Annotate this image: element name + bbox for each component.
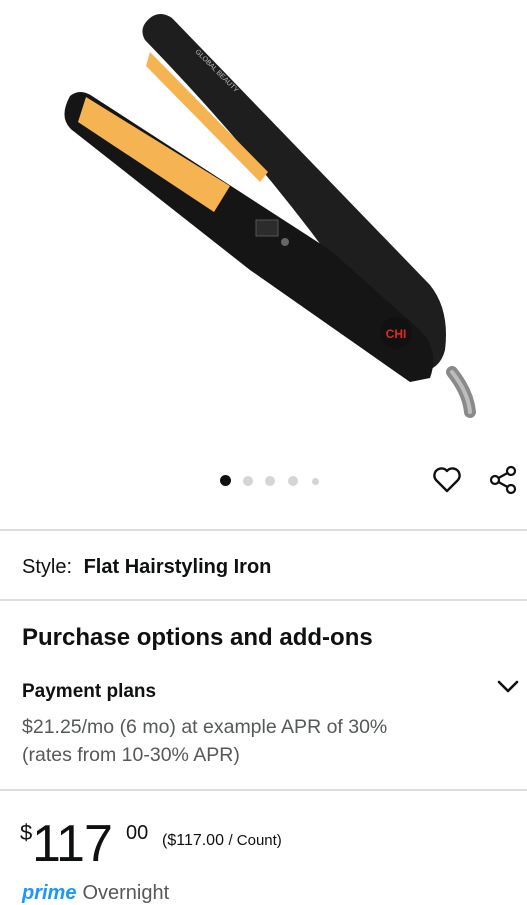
unit-price-value: ($117.00 xyxy=(162,832,224,849)
purchase-options-title: Purchase options and add-ons xyxy=(22,624,373,651)
divider xyxy=(0,529,527,531)
divider xyxy=(0,599,527,601)
unit-price-suffix: / Count) xyxy=(228,832,282,849)
carousel-dot-1[interactable] xyxy=(220,475,231,486)
delivery-speed: Overnight xyxy=(82,882,170,904)
payment-plans-expand-button[interactable] xyxy=(494,674,522,698)
share-icon xyxy=(489,465,517,495)
heart-icon xyxy=(433,467,461,493)
style-value: Flat Hairstyling Iron xyxy=(83,556,272,578)
prime-logo: prime xyxy=(22,882,77,904)
flat-iron-image: CHI GLOBAL BEAUTY xyxy=(64,14,476,418)
unit-price: ($117.00 / Count) xyxy=(162,832,282,850)
brand-logo-text: CHI xyxy=(386,327,407,341)
carousel-dot-2[interactable] xyxy=(243,476,253,486)
carousel-dot-5[interactable] xyxy=(312,478,319,485)
share-button[interactable] xyxy=(483,460,523,500)
product-image[interactable]: CHI GLOBAL BEAUTY xyxy=(0,0,527,450)
payment-plans-description: $21.25/mo (6 mo) at example APR of 30% (… xyxy=(22,716,388,766)
payment-plans-title[interactable]: Payment plans xyxy=(22,681,156,703)
price-whole: 117 xyxy=(32,815,113,873)
price-symbol: $ xyxy=(20,820,33,845)
chevron-down-icon xyxy=(497,680,519,693)
prime-delivery: prime Overnight xyxy=(22,882,169,905)
carousel-dot-4[interactable] xyxy=(288,476,298,486)
style-selector[interactable]: Style: Flat Hairstyling Iron xyxy=(22,556,271,579)
carousel-dot-3[interactable] xyxy=(265,476,275,486)
divider xyxy=(0,789,527,791)
price-fraction: 00 xyxy=(126,822,149,844)
wishlist-button[interactable] xyxy=(427,460,467,500)
style-label: Style: xyxy=(22,556,73,578)
